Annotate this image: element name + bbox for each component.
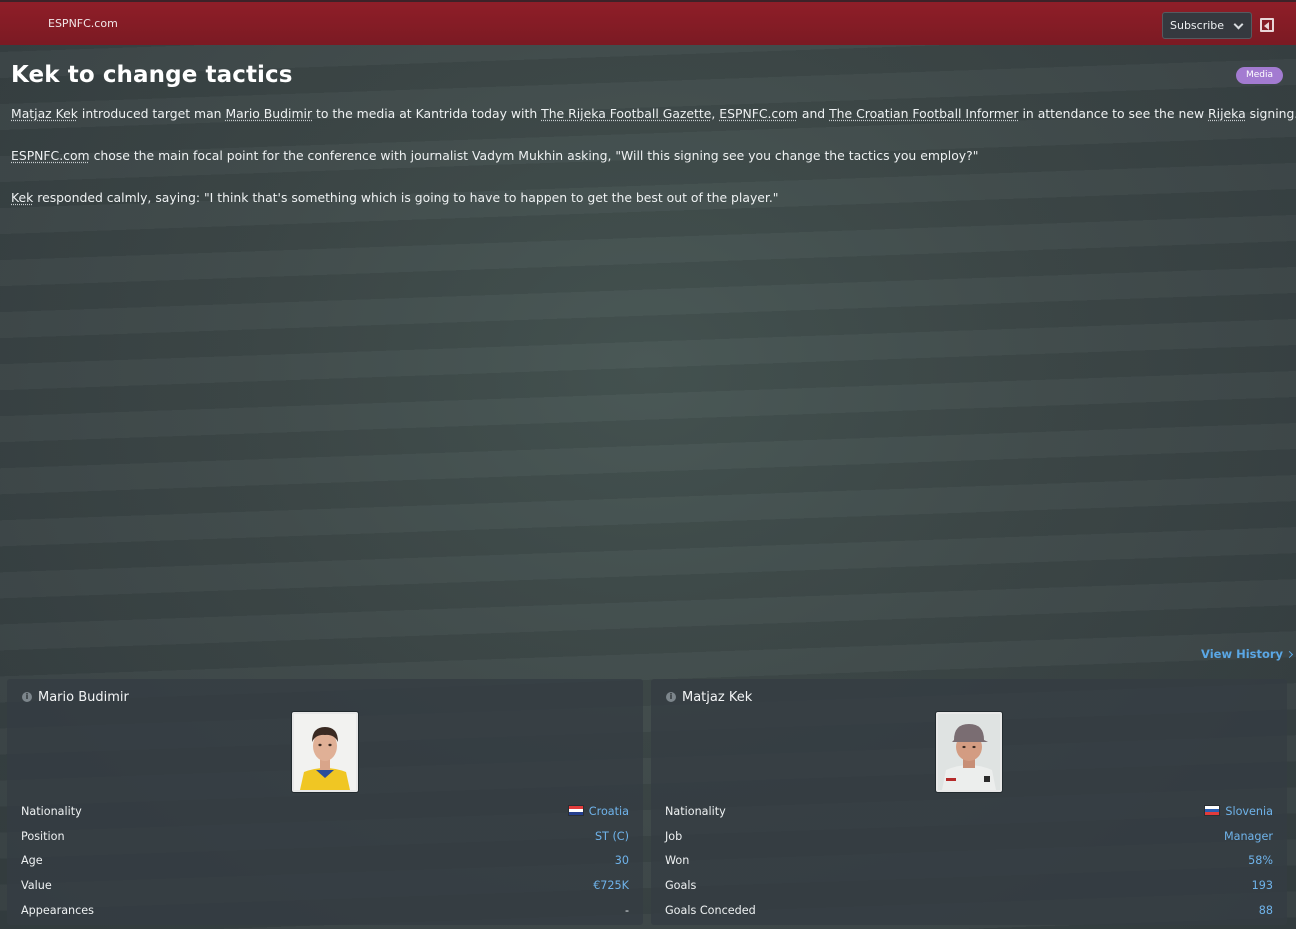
goals-value: 193 (1251, 879, 1273, 892)
croatia-flag-icon (567, 805, 584, 816)
article-paragraph-1: Matjaz Kek introduced target man Mario B… (11, 106, 1296, 121)
value-value: €725K (593, 879, 629, 892)
slovenia-flag-icon (1204, 805, 1221, 816)
row-label: Age (21, 854, 43, 867)
view-history-link[interactable]: View History (1201, 647, 1294, 661)
row-label: Goals (665, 879, 697, 892)
player-card: i Mario Budimir Nationality Croatia Posi… (7, 679, 643, 925)
subscribe-label: Subscribe (1170, 19, 1225, 32)
info-icon[interactable]: i (22, 692, 32, 702)
category-badge: Media (1236, 67, 1283, 84)
nationality-value[interactable]: Slovenia (1204, 805, 1273, 818)
article-title: Kek to change tactics (11, 62, 293, 88)
row-label: Value (21, 879, 52, 892)
header-bar: ESPNFC.com Subscribe (0, 0, 1296, 45)
goals-conceded-value: 88 (1258, 904, 1273, 917)
player-link[interactable]: Mario Budimir (225, 106, 312, 121)
player-name[interactable]: Mario Budimir (38, 690, 129, 705)
job-value[interactable]: Manager (1224, 830, 1273, 843)
row-label: Nationality (665, 805, 726, 818)
position-value[interactable]: ST (C) (595, 830, 629, 843)
row-label: Position (21, 830, 65, 843)
media-outlet-link[interactable]: The Croatian Football Informer (829, 106, 1018, 121)
row-label: Job (665, 830, 683, 843)
media-outlet-link[interactable]: ESPNFC.com (719, 106, 798, 121)
manager-link[interactable]: Kek (11, 190, 33, 205)
row-label: Won (665, 854, 690, 867)
manager-name[interactable]: Matjaz Kek (682, 690, 752, 705)
age-value: 30 (614, 854, 629, 867)
article-paragraph-3: Kek responded calmly, saying: "I think t… (11, 190, 779, 205)
subscribe-button[interactable]: Subscribe (1162, 12, 1252, 39)
info-icon[interactable]: i (666, 692, 676, 702)
media-outlet-link[interactable]: ESPNFC.com (11, 148, 90, 163)
chevron-down-icon (1233, 19, 1244, 30)
chevron-right-icon (1286, 650, 1294, 659)
manager-portrait[interactable] (936, 712, 1002, 792)
collapse-panel-icon[interactable] (1260, 18, 1274, 32)
source-title: ESPNFC.com (48, 17, 118, 30)
won-value: 58% (1248, 854, 1273, 867)
player-portrait[interactable] (292, 712, 358, 792)
row-label: Goals Conceded (665, 904, 756, 917)
article-paragraph-2: ESPNFC.com chose the main focal point fo… (11, 148, 979, 163)
manager-card: i Matjaz Kek Nationality Slovenia Job Ma… (651, 679, 1287, 925)
manager-link[interactable]: Matjaz Kek (11, 106, 78, 121)
media-outlet-link[interactable]: The Rijeka Football Gazette (541, 106, 711, 121)
row-label: Nationality (21, 805, 82, 818)
club-link[interactable]: Rijeka (1208, 106, 1246, 121)
row-label: Appearances (21, 904, 95, 917)
nationality-value[interactable]: Croatia (567, 805, 629, 818)
appearances-value: - (624, 904, 629, 917)
